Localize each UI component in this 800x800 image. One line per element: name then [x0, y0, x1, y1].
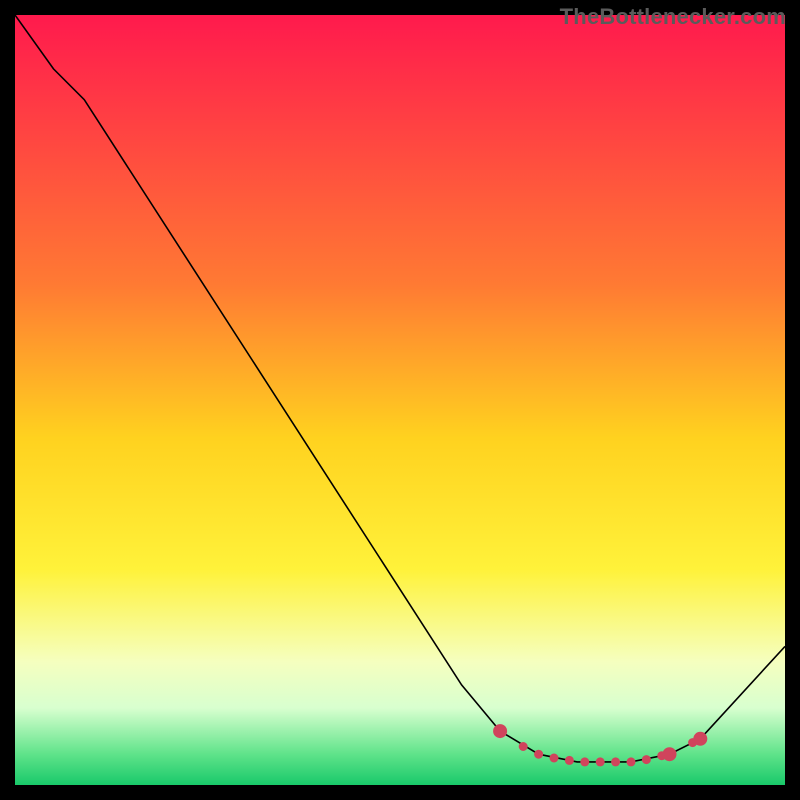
watermark-text: TheBottlenecker.com [560, 4, 786, 30]
sweet-spot-marker [534, 750, 543, 759]
sweet-spot-marker [627, 757, 636, 766]
sweet-spot-marker [565, 756, 574, 765]
sweet-spot-marker [493, 724, 507, 738]
sweet-spot-marker [596, 757, 605, 766]
sweet-spot-marker [663, 747, 677, 761]
heat-background [15, 15, 785, 785]
sweet-spot-marker [550, 754, 559, 763]
sweet-spot-marker [611, 757, 620, 766]
sweet-spot-marker [642, 755, 651, 764]
sweet-spot-marker [693, 732, 707, 746]
bottleneck-chart [15, 15, 785, 785]
sweet-spot-marker [519, 742, 528, 751]
sweet-spot-marker [580, 757, 589, 766]
chart-frame: TheBottlenecker.com [0, 0, 800, 800]
